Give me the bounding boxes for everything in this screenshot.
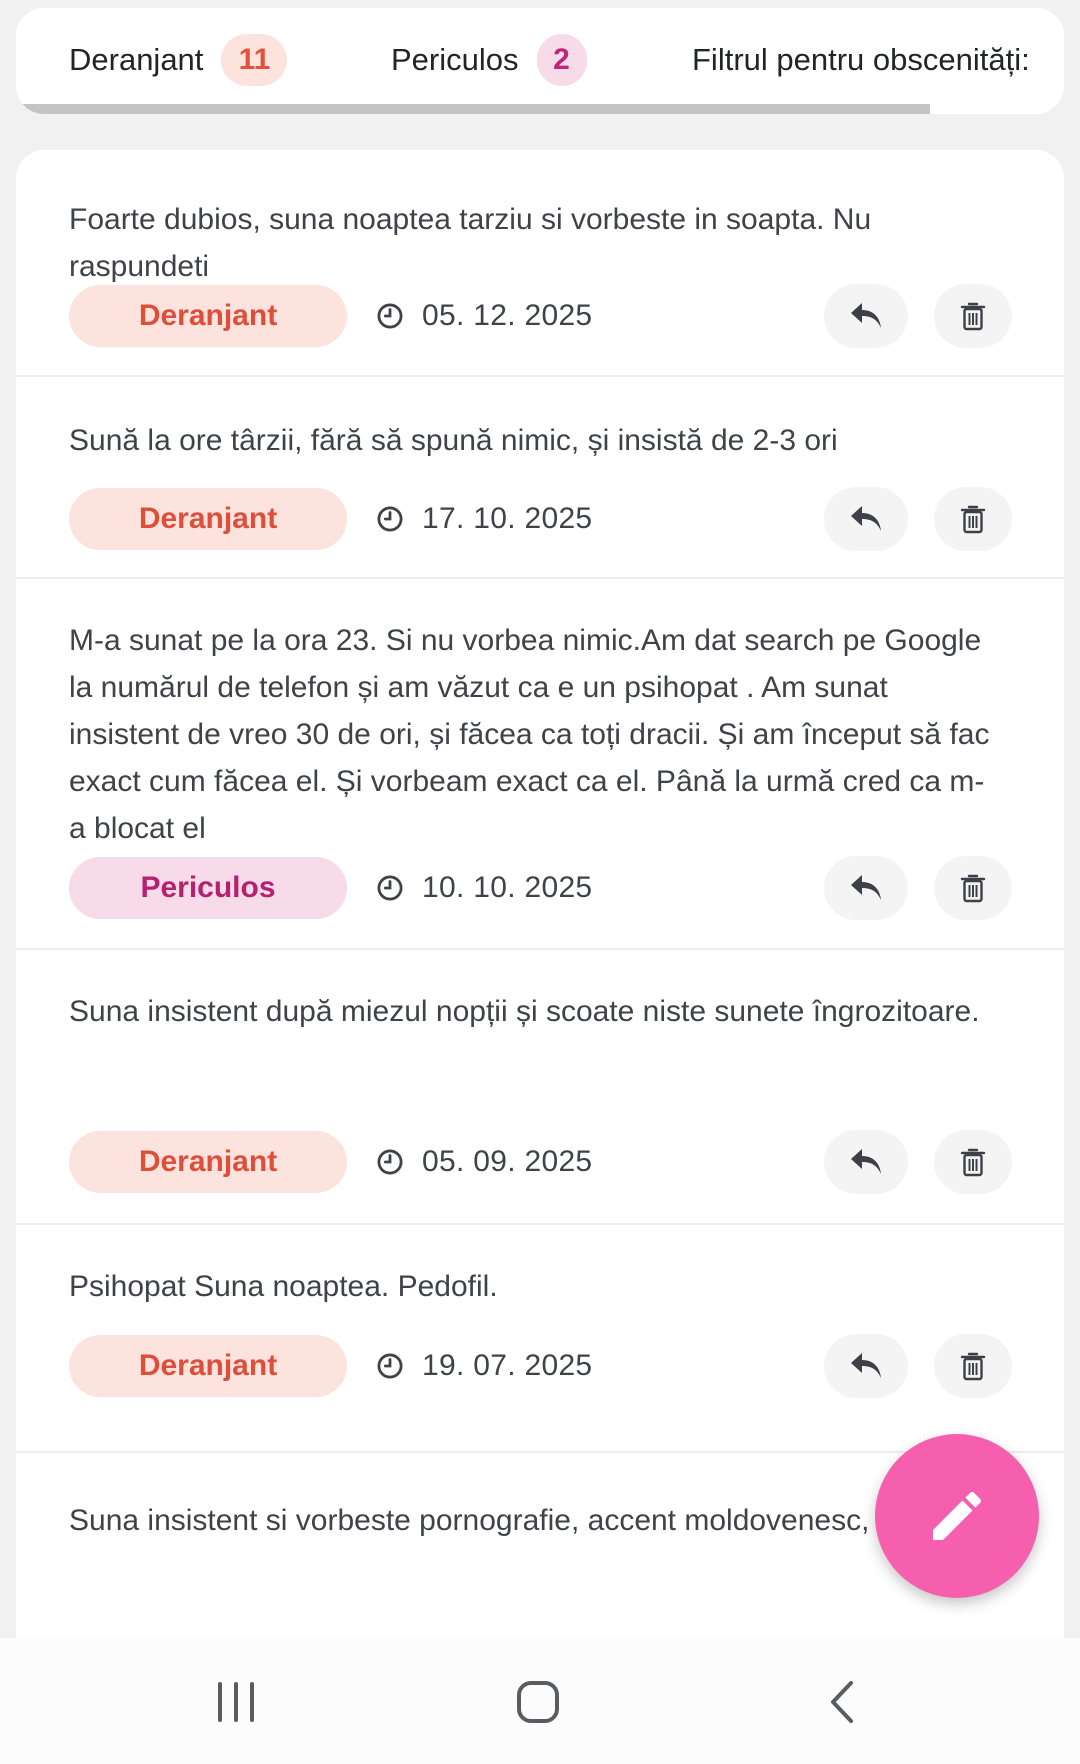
tab-dangerous-label: Periculos — [391, 42, 519, 77]
report-date: 17. 10. 2025 — [376, 488, 592, 550]
delete-button[interactable] — [934, 1130, 1012, 1194]
clock-icon — [377, 1149, 403, 1175]
tab-dangerous[interactable]: Periculos 2 — [391, 8, 587, 112]
category-pill: Deranjant — [69, 1335, 347, 1397]
system-navigation-bar — [0, 1638, 1080, 1764]
reply-button[interactable] — [824, 487, 908, 551]
report-date-text: 05. 09. 2025 — [422, 1145, 593, 1178]
recent-apps-icon — [218, 1682, 254, 1722]
report-item: Psihopat Suna noaptea. Pedofil. Deranjan… — [16, 1225, 1064, 1453]
delete-button[interactable] — [934, 487, 1012, 551]
delete-button[interactable] — [934, 284, 1012, 348]
home-icon — [517, 1681, 559, 1723]
reply-icon — [851, 1149, 881, 1174]
delete-button[interactable] — [934, 856, 1012, 920]
category-pill: Periculos — [69, 857, 347, 919]
category-pill: Deranjant — [69, 488, 347, 550]
report-item: Suna insistent după miezul nopții și sco… — [16, 950, 1064, 1225]
delete-button[interactable] — [934, 1334, 1012, 1398]
report-text: Psihopat Suna noaptea. Pedofil. — [69, 1270, 498, 1303]
reply-icon — [851, 506, 881, 531]
category-pill: Deranjant — [69, 1131, 347, 1193]
reply-button[interactable] — [824, 1130, 908, 1194]
reply-icon — [851, 1353, 881, 1378]
category-tab-bar: Deranjant 11 Periculos 2 Filtrul pentru … — [16, 8, 1064, 114]
trash-icon — [960, 302, 986, 331]
report-date-text: 05. 12. 2025 — [422, 299, 593, 332]
reply-button[interactable] — [824, 284, 908, 348]
back-button[interactable] — [812, 1676, 872, 1728]
category-pill: Deranjant — [69, 285, 347, 347]
report-text: Suna insistent si vorbeste pornografie, … — [69, 1504, 912, 1537]
tab-profanity-filter-label: Filtrul pentru obscenități: — [692, 42, 1030, 77]
report-date: 19. 07. 2025 — [376, 1335, 592, 1397]
report-text: Foarte dubios, suna noaptea tarziu si vo… — [69, 203, 872, 283]
report-item: Sună la ore târzii, fără să spună nimic,… — [16, 377, 1064, 579]
trash-icon — [960, 1148, 986, 1177]
reply-button[interactable] — [824, 1334, 908, 1398]
tab-disturbing-label: Deranjant — [69, 42, 204, 77]
tab-profanity-filter[interactable]: Filtrul pentru obscenități: — [692, 8, 1030, 112]
recent-apps-button[interactable] — [206, 1676, 266, 1728]
tab-scroll-indicator — [16, 104, 930, 114]
reply-icon — [851, 303, 881, 328]
reply-icon — [851, 875, 881, 900]
back-icon — [831, 1681, 853, 1723]
tab-disturbing-count-badge: 11 — [221, 34, 288, 86]
tab-dangerous-count-badge: 2 — [536, 34, 587, 86]
report-text: M-a sunat pe la ora 23. Si nu vorbea nim… — [69, 624, 990, 845]
report-date-text: 17. 10. 2025 — [422, 502, 593, 535]
reply-button[interactable] — [824, 856, 908, 920]
clock-icon — [377, 1353, 403, 1379]
report-text: Sună la ore târzii, fără să spună nimic,… — [69, 424, 838, 457]
trash-icon — [960, 1352, 986, 1381]
report-date-text: 10. 10. 2025 — [422, 871, 593, 904]
report-item: M-a sunat pe la ora 23. Si nu vorbea nim… — [16, 579, 1064, 950]
pencil-icon — [933, 1491, 982, 1540]
report-date: 05. 09. 2025 — [376, 1131, 592, 1193]
report-date: 05. 12. 2025 — [376, 285, 592, 347]
trash-icon — [960, 505, 986, 534]
home-button[interactable] — [508, 1676, 568, 1728]
tab-disturbing[interactable]: Deranjant 11 — [69, 8, 288, 112]
report-text: Suna insistent după miezul nopții și sco… — [69, 995, 980, 1028]
report-item: Foarte dubios, suna noaptea tarziu si vo… — [16, 150, 1064, 377]
clock-icon — [377, 506, 403, 532]
clock-icon — [377, 875, 403, 901]
report-date: 10. 10. 2025 — [376, 857, 592, 919]
clock-icon — [377, 303, 403, 329]
report-date-text: 19. 07. 2025 — [422, 1349, 593, 1382]
write-report-fab[interactable] — [875, 1434, 1039, 1598]
trash-icon — [960, 874, 986, 903]
report-list: Foarte dubios, suna noaptea tarziu si vo… — [16, 150, 1064, 1640]
